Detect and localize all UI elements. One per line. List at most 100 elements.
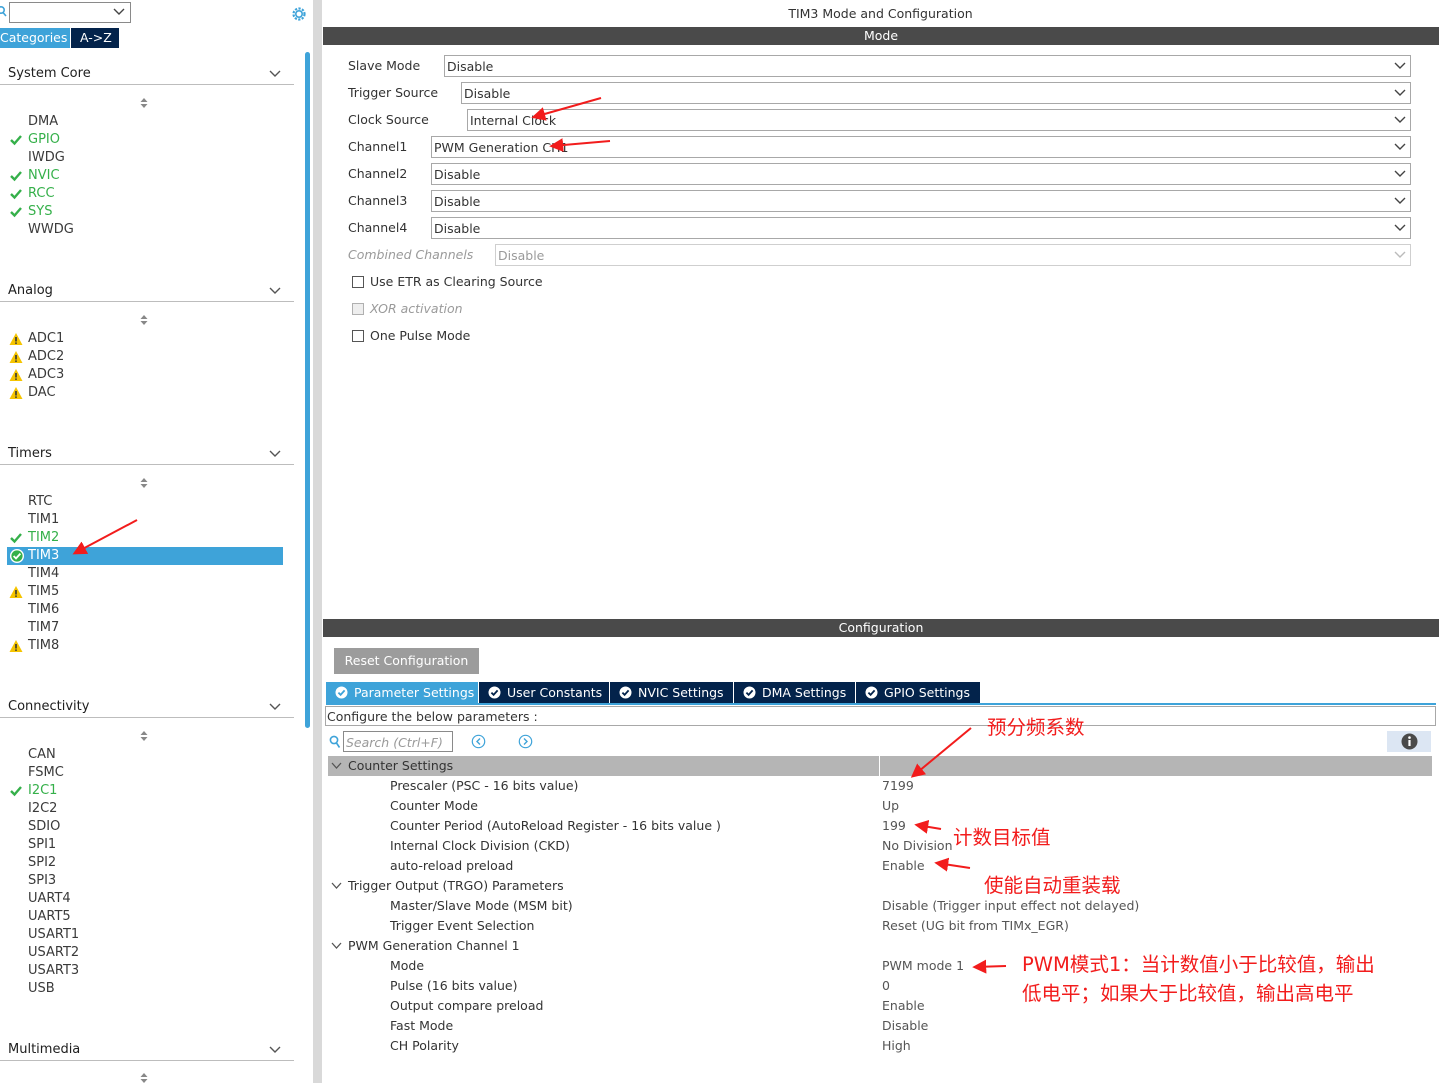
sort-icon[interactable] xyxy=(138,314,150,326)
collapse-toggle-icon[interactable] xyxy=(331,761,342,771)
param-row[interactable]: Internal Clock Division (CKD) No Division xyxy=(328,836,1432,856)
sidebar-item-rcc[interactable]: RCC xyxy=(28,185,55,203)
section-header-connectivity[interactable]: Connectivity xyxy=(0,696,294,718)
param-row[interactable]: CH Polarity High xyxy=(328,1036,1432,1056)
param-search-input[interactable]: Search (Ctrl+F) xyxy=(343,731,453,752)
sidebar-item-usb[interactable]: USB xyxy=(28,980,55,998)
chevron-down-icon[interactable] xyxy=(268,68,282,80)
sidebar-item-tim3[interactable]: TIM3 xyxy=(28,547,59,565)
search-next-icon[interactable] xyxy=(518,734,533,749)
param-row[interactable]: auto-reload preload Enable xyxy=(328,856,1432,876)
sidebar-item-i2c2[interactable]: I2C2 xyxy=(28,800,57,818)
tab-user-constants[interactable]: User Constants xyxy=(479,682,609,703)
param-value[interactable]: 7199 xyxy=(882,778,914,793)
param-value[interactable]: Up xyxy=(882,798,899,813)
sidebar-item-spi3[interactable]: SPI3 xyxy=(28,872,56,890)
panel-splitter[interactable] xyxy=(313,0,322,1083)
sidebar-item-tim8[interactable]: TIM8 xyxy=(28,637,59,655)
sort-icon[interactable] xyxy=(138,1072,150,1084)
sidebar-item-adc1[interactable]: ADC1 xyxy=(28,330,64,348)
mode-select[interactable]: Disable xyxy=(431,163,1411,185)
section-header-analog[interactable]: Analog xyxy=(0,280,294,302)
sidebar-item-tim7[interactable]: TIM7 xyxy=(28,619,59,637)
tab-gpio-settings[interactable]: GPIO Settings xyxy=(856,682,980,703)
sidebar-item-dma[interactable]: DMA xyxy=(28,113,58,131)
chevron-down-icon[interactable] xyxy=(268,285,282,297)
sidebar-item-usart1[interactable]: USART1 xyxy=(28,926,79,944)
param-value[interactable]: Enable xyxy=(882,858,925,873)
mode-select[interactable]: Internal Clock xyxy=(467,109,1411,131)
param-value[interactable]: High xyxy=(882,1038,911,1053)
section-header-timers[interactable]: Timers xyxy=(0,443,294,465)
reset-configuration-button[interactable]: Reset Configuration xyxy=(334,648,479,674)
param-value[interactable]: PWM mode 1 xyxy=(882,958,964,973)
sidebar-scrollbar-thumb[interactable] xyxy=(305,52,310,728)
param-value[interactable]: No Division xyxy=(882,838,953,853)
sidebar-item-tim2[interactable]: TIM2 xyxy=(28,529,59,547)
param-group-row[interactable]: Trigger Output (TRGO) Parameters xyxy=(328,876,1432,896)
sidebar-item-wwdg[interactable]: WWDG xyxy=(28,221,74,239)
param-row[interactable]: Trigger Event Selection Reset (UG bit fro… xyxy=(328,916,1432,936)
param-value[interactable]: Enable xyxy=(882,998,925,1013)
tab-categories[interactable]: Categories xyxy=(0,28,70,48)
search-previous-icon[interactable] xyxy=(471,734,486,749)
collapse-toggle-icon[interactable] xyxy=(331,941,342,951)
mode-select[interactable]: PWM Generation CH1 xyxy=(431,136,1411,158)
sidebar-item-sdio[interactable]: SDIO xyxy=(28,818,60,836)
tab-a-to-z[interactable]: A->Z xyxy=(71,28,119,48)
sidebar-item-sys[interactable]: SYS xyxy=(28,203,52,221)
sidebar-item-rtc[interactable]: RTC xyxy=(28,493,52,511)
param-row[interactable]: Fast Mode Disable xyxy=(328,1016,1432,1036)
sort-icon[interactable] xyxy=(138,97,150,109)
sidebar-item-dac[interactable]: DAC xyxy=(28,384,56,402)
param-row[interactable]: Master/Slave Mode (MSM bit) Disable (Trig… xyxy=(328,896,1432,916)
mode-select[interactable]: Disable xyxy=(431,190,1411,212)
ip-search-combobox[interactable] xyxy=(9,2,131,23)
param-row[interactable]: Counter Period (AutoReload Register - 16… xyxy=(328,816,1432,836)
param-value[interactable]: 199 xyxy=(882,818,906,833)
sidebar-item-can[interactable]: CAN xyxy=(28,746,56,764)
param-group-row[interactable]: Counter Settings xyxy=(328,756,1432,776)
section-header-system-core[interactable]: System Core xyxy=(0,63,294,85)
chevron-down-icon[interactable] xyxy=(268,448,282,460)
collapse-toggle-icon[interactable] xyxy=(331,881,342,891)
gear-icon[interactable] xyxy=(289,4,309,24)
param-value[interactable]: Disable (Trigger input effect not delaye… xyxy=(882,898,1139,913)
sidebar-item-nvic[interactable]: NVIC xyxy=(28,167,60,185)
sidebar-item-uart4[interactable]: UART4 xyxy=(28,890,71,908)
checkbox[interactable] xyxy=(352,276,364,288)
mode-select[interactable]: Disable xyxy=(461,82,1411,104)
sidebar-item-gpio[interactable]: GPIO xyxy=(28,131,60,149)
sidebar-item-i2c1[interactable]: I2C1 xyxy=(28,782,57,800)
mode-select[interactable]: Disable xyxy=(444,55,1411,77)
sidebar-item-spi1[interactable]: SPI1 xyxy=(28,836,56,854)
sort-icon[interactable] xyxy=(138,730,150,742)
section-header-multimedia[interactable]: Multimedia xyxy=(0,1039,294,1061)
sidebar-item-adc3[interactable]: ADC3 xyxy=(28,366,64,384)
sidebar-item-tim4[interactable]: TIM4 xyxy=(28,565,59,583)
tab-nvic-settings[interactable]: NVIC Settings xyxy=(610,682,733,703)
param-row[interactable]: Counter Mode Up xyxy=(328,796,1432,816)
sidebar-item-tim1[interactable]: TIM1 xyxy=(28,511,59,529)
sidebar-item-uart5[interactable]: UART5 xyxy=(28,908,71,926)
checkbox-row[interactable]: Use ETR as Clearing Source xyxy=(352,273,652,291)
chevron-down-icon[interactable] xyxy=(268,1044,282,1056)
param-value[interactable]: Disable xyxy=(882,1018,928,1033)
sidebar-item-tim6[interactable]: TIM6 xyxy=(28,601,59,619)
info-button[interactable] xyxy=(1387,731,1431,752)
sidebar-item-usart2[interactable]: USART2 xyxy=(28,944,79,962)
checkbox-row[interactable]: One Pulse Mode xyxy=(352,327,652,345)
sidebar-item-spi2[interactable]: SPI2 xyxy=(28,854,56,872)
sidebar-item-iwdg[interactable]: IWDG xyxy=(28,149,65,167)
chevron-down-icon[interactable] xyxy=(268,701,282,713)
tab-parameter-settings[interactable]: Parameter Settings xyxy=(326,682,478,703)
param-value[interactable]: 0 xyxy=(882,978,890,993)
param-value[interactable]: Reset (UG bit from TIMx_EGR) xyxy=(882,918,1069,933)
search-icon[interactable] xyxy=(0,5,7,17)
sidebar-item-tim5[interactable]: TIM5 xyxy=(28,583,59,601)
param-row[interactable]: Prescaler (PSC - 16 bits value) 7199 xyxy=(328,776,1432,796)
sidebar-item-adc2[interactable]: ADC2 xyxy=(28,348,64,366)
checkbox[interactable] xyxy=(352,330,364,342)
sort-icon[interactable] xyxy=(138,477,150,489)
mode-select[interactable]: Disable xyxy=(431,217,1411,239)
